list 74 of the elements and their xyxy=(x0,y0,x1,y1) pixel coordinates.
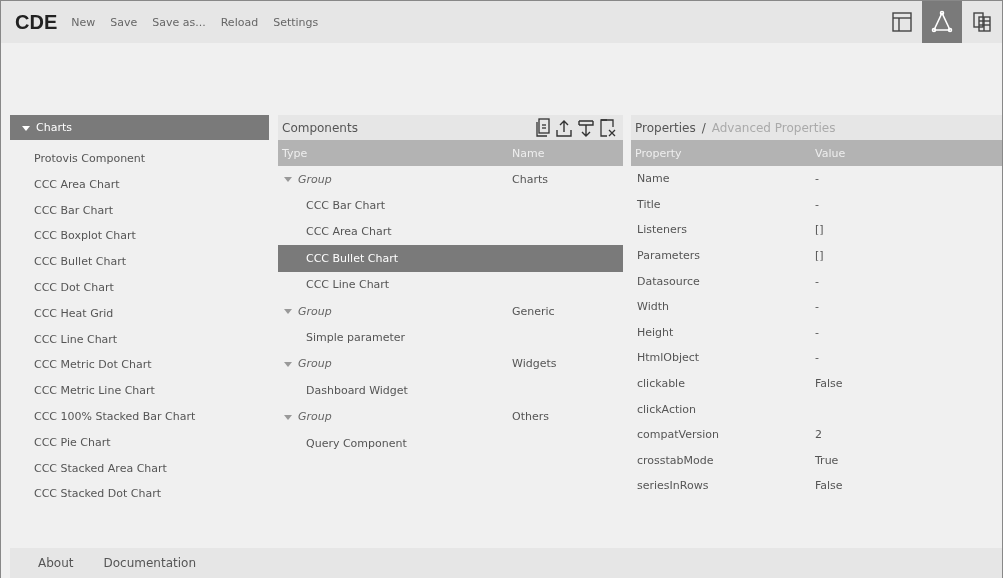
property-value[interactable]: - xyxy=(815,325,1002,339)
property-value[interactable]: [] xyxy=(815,249,1002,263)
logo: CDE xyxy=(15,10,58,34)
property-value[interactable]: [] xyxy=(815,223,1002,237)
delete-icon[interactable] xyxy=(599,117,617,138)
footer-link[interactable]: Documentation xyxy=(103,556,196,570)
triangle-nodes-icon xyxy=(930,10,954,34)
component-item[interactable]: CCC Stacked Area Chart xyxy=(10,455,269,482)
menu-item[interactable]: New xyxy=(71,15,96,29)
property-name: crosstabMode xyxy=(636,453,715,467)
component-item[interactable]: CCC 100% Stacked Bar Chart xyxy=(10,403,269,430)
property-value[interactable]: - xyxy=(815,300,1002,314)
tree-row[interactable]: Group Others xyxy=(278,403,623,430)
table-icon xyxy=(971,11,993,33)
component-item[interactable]: Protovis Component xyxy=(10,146,269,172)
component-item[interactable]: CCC Stacked Dot Chart xyxy=(10,481,269,508)
component-item[interactable]: CCC Dot Chart xyxy=(10,275,269,301)
component-item[interactable]: CCC Pie Chart xyxy=(10,429,269,456)
component-item[interactable]: CCC Bar Chart xyxy=(10,197,269,224)
property-value[interactable]: - xyxy=(815,172,1002,186)
component-item[interactable]: CCC Heat Grid xyxy=(10,300,269,327)
footer-link[interactable]: About xyxy=(38,556,74,570)
menu-item[interactable]: Save as... xyxy=(152,15,206,29)
component-item[interactable]: CCC Area Chart xyxy=(10,171,269,198)
download-icon[interactable] xyxy=(577,117,595,138)
tree-row[interactable]: Dashboard Widget xyxy=(278,377,623,404)
property-name: Listeners xyxy=(636,223,688,237)
components-view-button[interactable] xyxy=(922,1,962,43)
property-name: Title xyxy=(636,197,662,211)
separator-slash: / xyxy=(701,120,706,135)
category-header[interactable]: Charts xyxy=(10,115,269,140)
document-icon[interactable] xyxy=(535,117,551,138)
component-item[interactable]: CCC Bullet Chart xyxy=(10,249,269,275)
property-name: clickable xyxy=(636,377,686,391)
property-name: Parameters xyxy=(636,249,701,263)
property-name: Name xyxy=(636,172,671,186)
menu-item[interactable]: Save xyxy=(110,15,138,29)
tree-row[interactable]: CCC Line Chart xyxy=(278,271,623,298)
property-value[interactable]: - xyxy=(815,274,1002,288)
tree-row[interactable]: Group Charts xyxy=(278,166,623,193)
property-name: Datasource xyxy=(636,274,701,288)
panel-title: Components xyxy=(282,120,358,135)
tree-row[interactable]: Simple parameter xyxy=(278,324,623,351)
tree-row[interactable]: Group Widgets xyxy=(278,350,623,378)
tree-row[interactable]: CCC Area Chart xyxy=(278,218,623,246)
component-item[interactable]: CCC Line Chart xyxy=(10,326,269,353)
caret-icon xyxy=(284,412,292,421)
property-value[interactable]: True xyxy=(815,453,1002,467)
property-name: seriesInRows xyxy=(636,479,710,493)
property-name: HtmlObject xyxy=(636,351,701,365)
tree-row[interactable]: CCC Bar Chart xyxy=(278,192,623,219)
component-item[interactable]: CCC Metric Dot Chart xyxy=(10,352,269,379)
property-value[interactable]: False xyxy=(815,377,1002,391)
property-name: Height xyxy=(636,325,675,339)
caret-icon xyxy=(22,123,30,132)
property-name: Width xyxy=(636,300,670,314)
caret-icon xyxy=(284,307,292,316)
component-item[interactable]: CCC Boxplot Chart xyxy=(10,223,269,250)
menu-item[interactable]: Settings xyxy=(273,15,319,29)
property-value[interactable]: - xyxy=(815,197,1002,211)
tree-row[interactable]: Group Generic xyxy=(278,297,623,325)
component-item[interactable]: CCC Metric Line Chart xyxy=(10,378,269,404)
caret-icon xyxy=(284,175,292,184)
tree-row[interactable]: Query Component xyxy=(278,429,623,457)
property-value[interactable]: - xyxy=(815,351,1002,365)
layout-icon xyxy=(891,11,913,33)
caret-icon xyxy=(284,359,292,368)
property-name: compatVersion xyxy=(636,428,720,442)
panel-title[interactable]: Properties xyxy=(635,120,696,135)
property-name: clickAction xyxy=(636,402,698,416)
property-value[interactable]: 2 xyxy=(815,428,1002,442)
property-value[interactable]: False xyxy=(815,479,1002,493)
tree-row[interactable]: CCC Bullet Chart xyxy=(278,245,623,272)
menu-item[interactable]: Reload xyxy=(220,15,259,29)
